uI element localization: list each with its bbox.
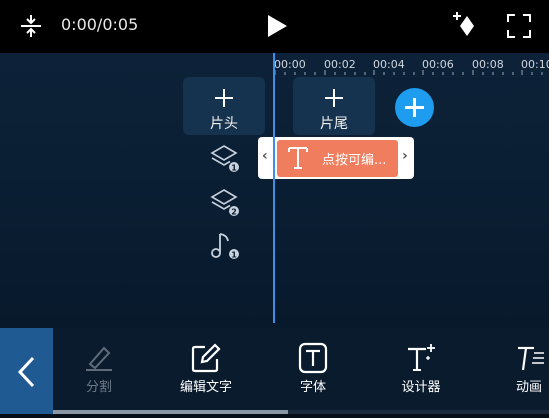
clip-text: 点按可编...	[322, 153, 387, 168]
music-note-icon[interactable]: 1	[209, 230, 241, 260]
timeline-area[interactable]: 00:00 00:02 00:04 00:06 00:08 00:10 片头	[0, 53, 549, 328]
time-ruler[interactable]: 00:00 00:02 00:04 00:06 00:08 00:10	[274, 53, 549, 75]
layer-2-badge: 2	[231, 207, 237, 216]
font-t-icon	[298, 342, 328, 374]
edit-text-tool-button[interactable]: 编辑文字	[167, 328, 245, 414]
clip-left-handle-icon[interactable]: ‹	[262, 148, 268, 164]
text-animation-icon	[518, 346, 544, 371]
chevron-left-icon	[17, 356, 35, 388]
plus-icon	[325, 89, 343, 107]
intro-label: 片头	[210, 116, 238, 132]
plus-icon	[215, 89, 233, 107]
layer-1-icon[interactable]: 1	[209, 143, 241, 173]
play-icon[interactable]	[266, 13, 288, 39]
ruler-ticks	[274, 70, 543, 75]
tool-label: 字体	[299, 380, 326, 395]
top-bar: 0:00/0:05	[0, 0, 549, 53]
split-icon[interactable]	[19, 13, 43, 39]
clip-right-handle-icon[interactable]: ›	[402, 148, 408, 164]
magic-sparkle-icon[interactable]	[452, 10, 478, 38]
playback-time: 0:00/0:05	[61, 15, 139, 34]
add-outro-button[interactable]: 片尾	[293, 77, 375, 135]
add-clip-button[interactable]	[395, 88, 434, 127]
layer-2-icon[interactable]: 2	[209, 187, 241, 217]
playhead[interactable]	[273, 53, 275, 323]
tool-label: 设计器	[401, 380, 441, 395]
add-intro-button[interactable]: 片头	[183, 77, 265, 135]
fullscreen-icon[interactable]	[507, 14, 531, 38]
bottom-strip	[0, 414, 549, 418]
text-clip[interactable]: 点按可编...	[277, 140, 398, 177]
font-tool-button[interactable]: 字体	[274, 328, 352, 414]
tool-label: 分割	[85, 380, 112, 395]
plus-icon	[405, 98, 424, 117]
back-button[interactable]	[0, 328, 53, 414]
music-badge: 1	[231, 250, 237, 259]
outro-label: 片尾	[320, 116, 348, 132]
animation-tool-button[interactable]: 动画	[494, 328, 549, 414]
text-designer-icon	[408, 344, 435, 371]
bottom-toolbar: 分割 编辑文字 字体 设计器 动画	[0, 328, 549, 418]
layer-1-badge: 1	[231, 163, 237, 172]
text-t-icon	[288, 147, 308, 169]
designer-tool-button[interactable]: 设计器	[382, 328, 460, 414]
split-tool-button[interactable]: 分割	[60, 328, 138, 414]
edit-square-icon	[191, 343, 221, 373]
tool-label: 动画	[515, 380, 542, 395]
tool-label: 编辑文字	[179, 380, 232, 395]
eraser-pen-icon	[86, 346, 112, 371]
